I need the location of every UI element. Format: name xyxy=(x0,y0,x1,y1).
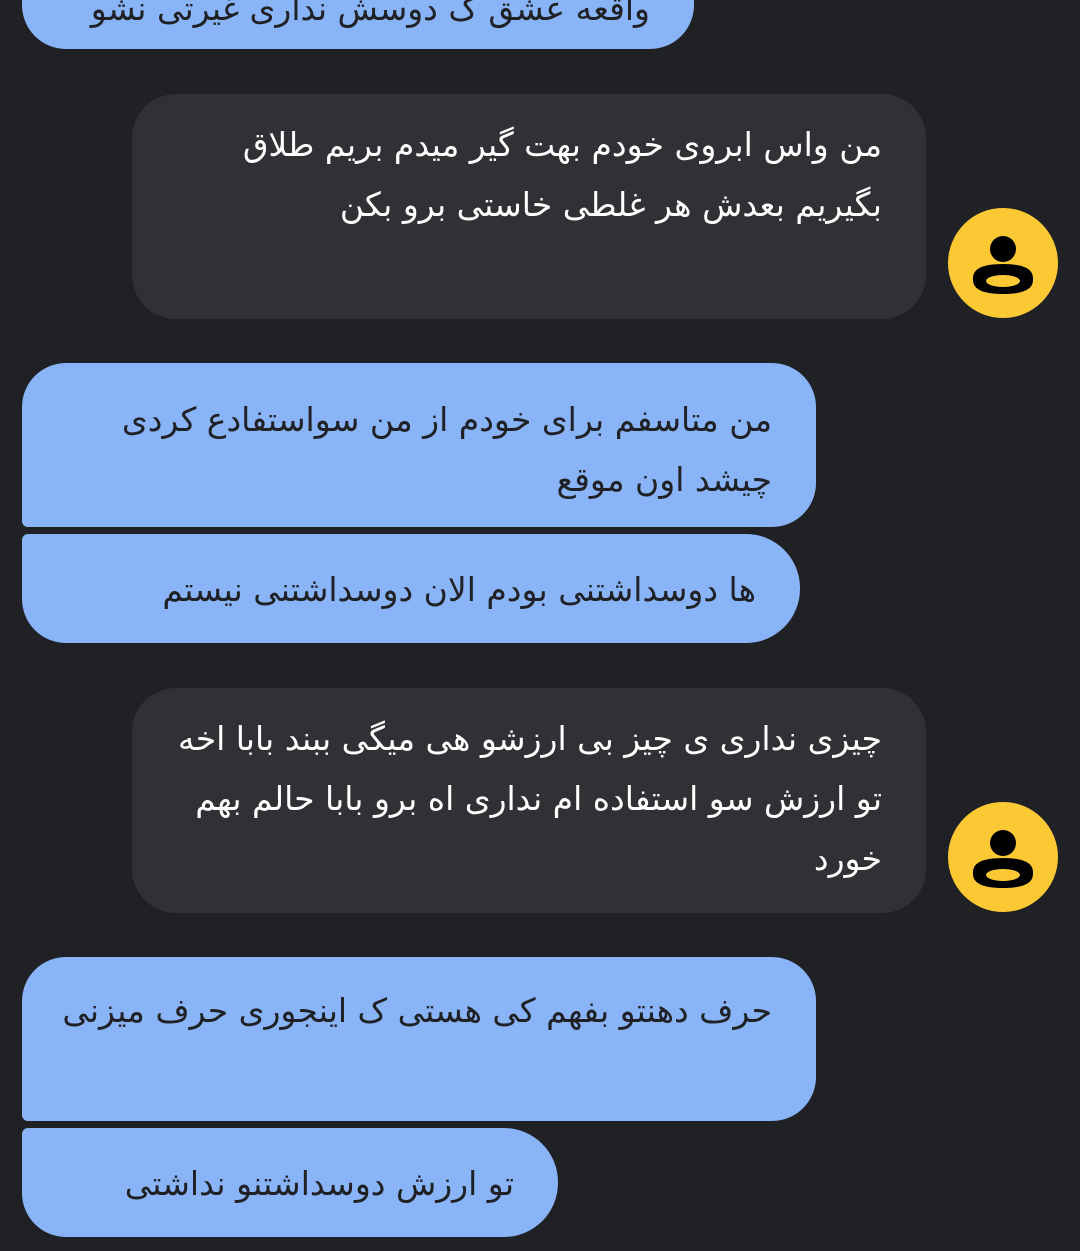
contact-avatar[interactable] xyxy=(948,802,1058,912)
chat-thread[interactable]: واقعه عشق ک دوسش نداری غیرتی نشو من واس … xyxy=(0,0,1080,1251)
incoming-message[interactable]: چیزی نداری ی چیز بی ارزشو هی میگی ببند ب… xyxy=(132,688,926,913)
outgoing-message[interactable]: واقعه عشق ک دوسش نداری غیرتی نشو xyxy=(22,0,694,49)
outgoing-message[interactable]: من متاسفم برای خودم از من سواستفادع کردی… xyxy=(22,363,816,527)
person-icon xyxy=(973,830,1033,888)
outgoing-message[interactable]: حرف دهنتو بفهم کی هستی ک اینجوری حرف میز… xyxy=(22,957,816,1121)
person-icon xyxy=(973,236,1033,294)
contact-avatar[interactable] xyxy=(948,208,1058,318)
outgoing-message[interactable]: تو ارزش دوسداشتنو نداشتی xyxy=(22,1128,558,1237)
incoming-message[interactable]: من واس ابروی خودم بهت گیر میدم بریم طلاق… xyxy=(132,94,926,319)
outgoing-message[interactable]: ها دوسداشتنی بودم الان دوسداشتنی نیستم xyxy=(22,534,800,643)
